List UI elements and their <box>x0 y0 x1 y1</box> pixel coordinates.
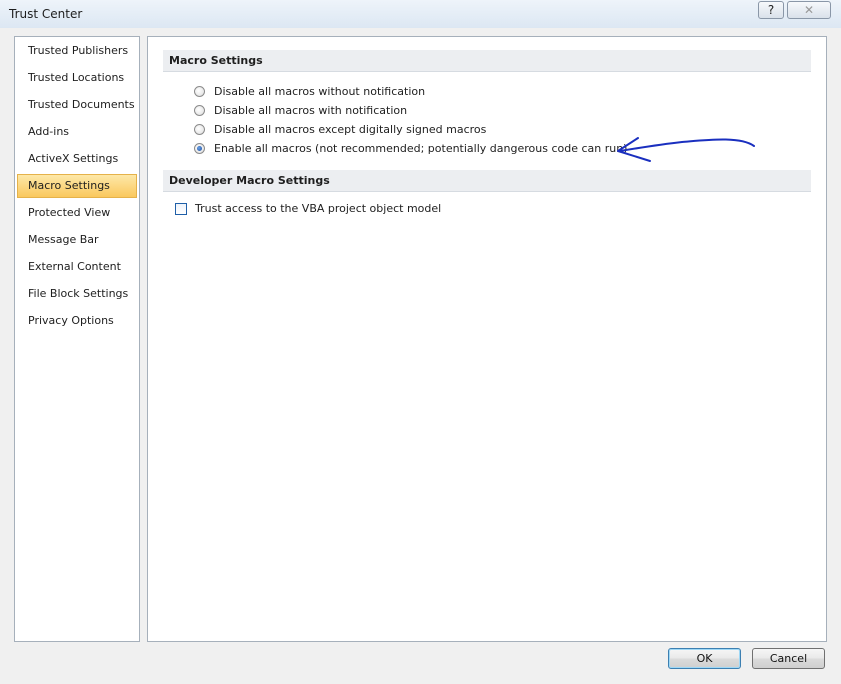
option-label: Disable all macros without notification <box>214 85 426 98</box>
option-label: Disable all macros except digitally sign… <box>214 123 487 136</box>
sidebar-item-message-bar[interactable]: Message Bar <box>17 228 137 252</box>
trust-vba-checkbox[interactable] <box>175 203 187 215</box>
sidebar-item-trusted-locations[interactable]: Trusted Locations <box>17 66 137 90</box>
help-button[interactable]: ? <box>758 1 784 19</box>
sidebar-item-external-content[interactable]: External Content <box>17 255 137 279</box>
sidebar-item-activex-settings[interactable]: ActiveX Settings <box>17 147 137 171</box>
title-bar: Trust Center ? ✕ <box>0 0 841 29</box>
help-icon: ? <box>767 3 775 17</box>
cancel-button[interactable]: Cancel <box>752 648 825 669</box>
settings-panel: Macro Settings Disable all macros withou… <box>147 36 827 642</box>
radio-button[interactable] <box>194 86 205 97</box>
developer-macro-settings-header: Developer Macro Settings <box>163 170 811 192</box>
window-title: Trust Center <box>9 7 83 21</box>
trust-vba-label: Trust access to the VBA project object m… <box>195 202 442 215</box>
sidebar: Trusted Publishers Trusted Locations Tru… <box>14 36 140 642</box>
sidebar-item-file-block-settings[interactable]: File Block Settings <box>17 282 137 306</box>
ok-button[interactable]: OK <box>668 648 741 669</box>
option-label: Enable all macros (not recommended; pote… <box>214 142 628 155</box>
close-button[interactable]: ✕ <box>787 1 831 19</box>
radio-button[interactable] <box>194 124 205 135</box>
close-icon: ✕ <box>803 3 815 17</box>
radio-button[interactable] <box>194 105 205 116</box>
radio-button-selected[interactable] <box>194 143 205 154</box>
sidebar-item-trusted-documents[interactable]: Trusted Documents <box>17 93 137 117</box>
sidebar-item-privacy-options[interactable]: Privacy Options <box>17 309 137 333</box>
sidebar-item-add-ins[interactable]: Add-ins <box>17 120 137 144</box>
sidebar-item-protected-view[interactable]: Protected View <box>17 201 137 225</box>
sidebar-item-macro-settings[interactable]: Macro Settings <box>17 174 137 198</box>
sidebar-item-trusted-publishers[interactable]: Trusted Publishers <box>17 39 137 63</box>
annotation-arrow <box>617 137 755 162</box>
macro-settings-header: Macro Settings <box>163 50 811 72</box>
option-label: Disable all macros with notification <box>214 104 408 117</box>
